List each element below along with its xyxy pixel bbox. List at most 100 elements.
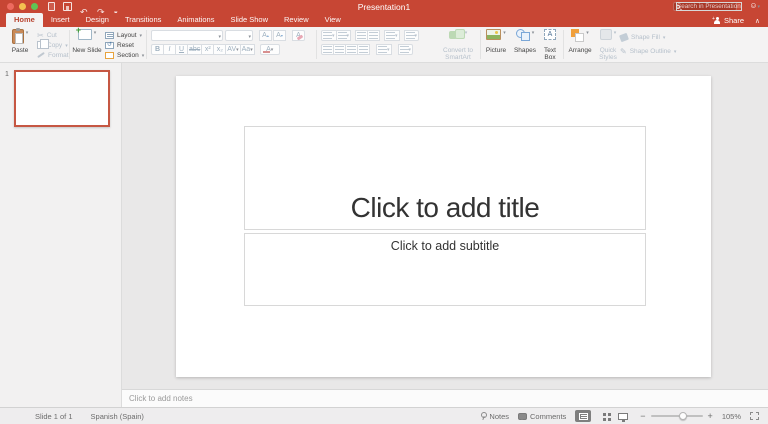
justify-button[interactable] <box>357 44 370 55</box>
align-center-icon <box>335 46 344 53</box>
char-spacing-label: AV <box>227 46 236 53</box>
group-divider <box>316 30 317 59</box>
normal-view-button[interactable] <box>575 410 591 422</box>
shape-outline-button[interactable]: Shape Outline <box>620 45 676 57</box>
font-color-button[interactable]: A <box>260 44 280 55</box>
increase-font-size-button[interactable]: A <box>259 30 272 41</box>
tab-insert[interactable]: Insert <box>43 13 78 28</box>
title-placeholder[interactable]: Click to add title <box>244 126 646 230</box>
slide-sorter-icon <box>603 413 606 416</box>
change-case-button[interactable]: Aa <box>240 44 255 55</box>
align-text-caret-icon <box>409 46 412 53</box>
feedback-smiley-button[interactable] <box>749 1 760 10</box>
tab-design[interactable]: Design <box>78 13 117 28</box>
shapes-button[interactable]: Shapes <box>511 29 539 54</box>
group-divider <box>146 30 147 59</box>
align-text-button[interactable] <box>398 44 414 55</box>
slide-1-thumbnail[interactable] <box>14 70 110 127</box>
zoom-slider[interactable] <box>651 415 703 417</box>
arrange-button[interactable]: Arrange <box>566 29 594 54</box>
tab-slide-show[interactable]: Slide Show <box>222 13 276 28</box>
slide-show-button[interactable] <box>615 410 631 422</box>
character-spacing-button[interactable]: AV <box>225 44 240 55</box>
share-button[interactable]: + Share <box>713 16 744 25</box>
decrease-font-size-button[interactable]: A <box>273 30 286 41</box>
paste-label: Paste <box>4 47 36 54</box>
picture-caret-icon[interactable] <box>503 29 506 36</box>
shapes-caret-icon[interactable] <box>532 29 535 36</box>
slide-sorter-view-button[interactable] <box>595 410 611 422</box>
quick-styles-button[interactable]: Quick Styles <box>595 29 621 62</box>
clear-formatting-button[interactable]: A <box>292 30 305 41</box>
zoom-level[interactable]: 105% <box>722 412 741 421</box>
notes-pin-icon <box>479 412 486 420</box>
tab-animations[interactable]: Animations <box>169 13 222 28</box>
zoom-in-button[interactable]: + <box>708 411 713 421</box>
bullets-icon <box>323 32 332 39</box>
new-slide-button[interactable]: New Slide <box>72 29 102 54</box>
ribbon-tab-bar: Home Insert Design Transitions Animation… <box>0 13 768 27</box>
convert-to-smartart-button[interactable]: Convert to SmartArt <box>436 29 480 62</box>
section-icon <box>105 52 114 59</box>
group-divider <box>69 30 70 59</box>
bullets-button[interactable] <box>321 30 337 41</box>
tab-view[interactable]: View <box>317 13 349 28</box>
font-color-caret-icon <box>271 46 274 53</box>
text-box-button[interactable]: A Text Box <box>539 29 561 62</box>
copy-dropdown-caret-icon <box>65 42 68 49</box>
zoom-out-button[interactable]: − <box>640 411 645 421</box>
numbering-button[interactable] <box>336 30 352 41</box>
new-slide-dropdown-caret-icon[interactable] <box>94 29 97 36</box>
search-placeholder: Search in Presentation <box>676 2 742 11</box>
normal-view-icon <box>579 413 588 420</box>
text-direction-button[interactable] <box>376 44 392 55</box>
reset-button[interactable]: Reset <box>105 40 134 50</box>
smartart-label: Convert to SmartArt <box>436 47 480 62</box>
tab-home[interactable]: Home <box>6 13 43 28</box>
layout-button[interactable]: Layout <box>105 30 142 40</box>
paste-dropdown-caret-icon[interactable] <box>26 29 29 36</box>
slide-1[interactable]: Click to add title Click to add subtitle <box>176 76 711 377</box>
group-divider <box>563 30 564 59</box>
tab-review[interactable]: Review <box>276 13 317 28</box>
font-size-caret-icon <box>248 33 251 40</box>
notes-toggle-button[interactable]: Notes <box>479 412 509 421</box>
shape-fill-button[interactable]: Shape Fill <box>620 31 665 43</box>
line-spacing-icon <box>386 32 395 39</box>
char-spacing-caret-icon <box>236 46 239 53</box>
language-status[interactable]: Spanish (Spain) <box>91 412 144 421</box>
text-box-icon: A <box>544 29 556 40</box>
columns-icon <box>406 32 415 39</box>
search-box[interactable]: Search in Presentation <box>673 2 737 11</box>
paste-button[interactable]: Paste <box>4 29 36 54</box>
arrange-caret-icon[interactable] <box>586 29 589 36</box>
layout-icon <box>105 32 114 39</box>
copy-button[interactable]: Copy <box>37 40 68 50</box>
cut-label: Cut <box>47 32 57 39</box>
section-button[interactable]: Section <box>105 50 144 60</box>
powerpoint-window: Presentation1 Search in Presentation Hom… <box>0 0 768 424</box>
fit-slide-to-window-button[interactable] <box>750 412 759 420</box>
increase-indent-icon <box>369 32 378 39</box>
layout-label: Layout <box>117 32 137 39</box>
subtitle-placeholder[interactable]: Click to add subtitle <box>244 233 646 306</box>
picture-button[interactable]: Picture <box>482 29 510 54</box>
reset-label: Reset <box>117 42 134 49</box>
columns-button[interactable] <box>404 30 420 41</box>
notes-pane[interactable]: Click to add notes <box>122 389 768 407</box>
quick-styles-caret-icon <box>614 29 617 36</box>
font-name-select[interactable] <box>151 30 223 41</box>
shapes-icon <box>516 29 530 40</box>
increase-indent-button[interactable] <box>367 30 380 41</box>
format-painter-button[interactable]: Format <box>37 50 69 60</box>
font-size-select[interactable] <box>225 30 253 41</box>
copy-label: Copy <box>47 42 62 49</box>
comments-toggle-button[interactable]: Comments <box>518 412 566 421</box>
quick-styles-label: Quick Styles <box>595 47 621 62</box>
strikethrough-button[interactable]: abc <box>187 44 202 55</box>
collapse-ribbon-button[interactable] <box>755 17 760 25</box>
line-spacing-button[interactable] <box>384 30 400 41</box>
zoom-slider-handle[interactable] <box>679 412 687 420</box>
notes-toggle-label: Notes <box>489 412 509 421</box>
tab-transitions[interactable]: Transitions <box>117 13 169 28</box>
